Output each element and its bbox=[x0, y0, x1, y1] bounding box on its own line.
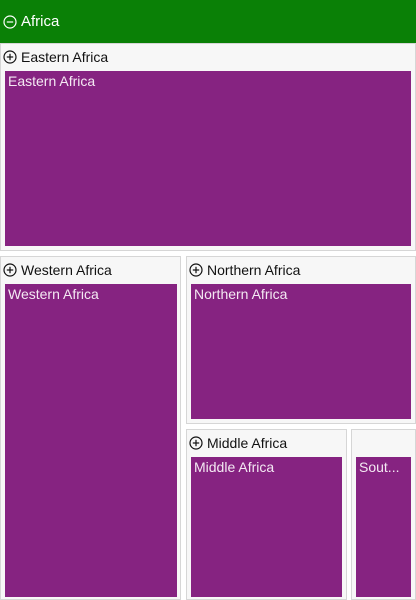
northern-africa-header[interactable]: Northern Africa bbox=[187, 257, 415, 283]
western-africa-header-label: Western Africa bbox=[21, 262, 112, 278]
eastern-africa-tile-label: Eastern Africa bbox=[8, 73, 96, 89]
collapse-circle-icon[interactable] bbox=[3, 14, 17, 29]
western-africa-tile[interactable]: Western Africa bbox=[5, 284, 177, 597]
expand-circle-icon[interactable] bbox=[189, 436, 203, 450]
region-middle-africa[interactable]: Middle Africa Middle Africa bbox=[186, 429, 347, 600]
region-eastern-africa[interactable]: Eastern Africa Eastern Africa bbox=[0, 43, 416, 251]
expand-circle-icon[interactable] bbox=[3, 263, 17, 277]
region-western-africa[interactable]: Western Africa Western Africa bbox=[0, 256, 181, 600]
northern-africa-tile-label: Northern Africa bbox=[194, 286, 288, 302]
middle-africa-header[interactable]: Middle Africa bbox=[187, 430, 346, 456]
eastern-africa-tile[interactable]: Eastern Africa bbox=[5, 71, 411, 246]
western-africa-header[interactable]: Western Africa bbox=[1, 257, 180, 283]
eastern-africa-header[interactable]: Eastern Africa bbox=[1, 44, 415, 70]
expand-circle-icon[interactable] bbox=[3, 50, 17, 64]
region-northern-africa[interactable]: Northern Africa Northern Africa bbox=[186, 256, 416, 424]
middle-africa-header-label: Middle Africa bbox=[207, 435, 288, 451]
middle-africa-tile-label: Middle Africa bbox=[194, 459, 275, 475]
africa-header[interactable]: Africa bbox=[0, 0, 416, 43]
western-africa-tile-label: Western Africa bbox=[8, 286, 99, 302]
northern-africa-header-label: Northern Africa bbox=[207, 262, 301, 278]
expand-circle-icon[interactable] bbox=[189, 263, 203, 277]
northern-africa-tile[interactable]: Northern Africa bbox=[191, 284, 411, 419]
africa-title: Africa bbox=[21, 13, 60, 30]
eastern-africa-header-label: Eastern Africa bbox=[21, 49, 109, 65]
treemap: Africa Eastern Africa Eastern Africa Wes… bbox=[0, 0, 416, 600]
southern-africa-tile[interactable]: Sout... bbox=[356, 457, 411, 597]
southern-africa-tile-label: Sout... bbox=[359, 459, 400, 475]
region-southern-africa[interactable]: Sout... bbox=[351, 429, 416, 600]
middle-africa-tile[interactable]: Middle Africa bbox=[191, 457, 342, 597]
